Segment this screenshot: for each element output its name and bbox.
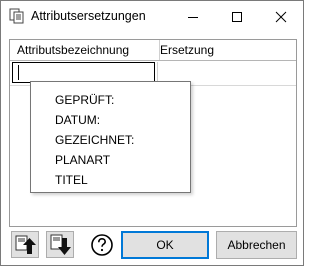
move-up-button[interactable] [11,231,39,258]
attribute-cell-editor[interactable] [12,62,155,83]
dialog-window: Attributsersetzungen Attributsbezeichnun… [0,0,304,266]
close-button[interactable] [259,1,303,32]
ok-button[interactable]: OK [121,231,209,259]
grid-header: Attributsbezeichnung Ersetzung [10,40,296,61]
text-caret [18,65,19,80]
move-down-button[interactable] [46,231,74,258]
minimize-icon [188,16,198,18]
title-bar: Attributsersetzungen [1,1,303,32]
arrow-up-icon [15,235,36,254]
arrow-down-icon [50,234,71,255]
autocomplete-dropdown: GEPRÜFT: DATUM: GEZEICHNET: PLANART TITE… [30,81,191,193]
maximize-button[interactable] [215,1,259,32]
cancel-button[interactable]: Abbrechen [216,231,297,259]
column-header-attribute[interactable]: Attributsbezeichnung [10,40,160,60]
dropdown-item[interactable]: TITEL [55,171,88,189]
dropdown-item[interactable]: DATUM: [55,111,100,129]
help-button[interactable] [90,233,114,257]
dropdown-item[interactable]: GEZEICHNET: [55,131,134,149]
replacement-cell[interactable] [157,62,294,83]
close-icon [275,11,287,22]
minimize-button[interactable] [171,1,215,32]
question-circle-icon [91,234,113,256]
maximize-icon [232,11,242,22]
column-header-replacement[interactable]: Ersetzung [153,40,296,60]
window-title: Attributsersetzungen [31,9,146,23]
dropdown-item[interactable]: GEPRÜFT: [55,91,114,109]
app-icon [9,8,24,24]
dropdown-item[interactable]: PLANART [55,151,110,169]
